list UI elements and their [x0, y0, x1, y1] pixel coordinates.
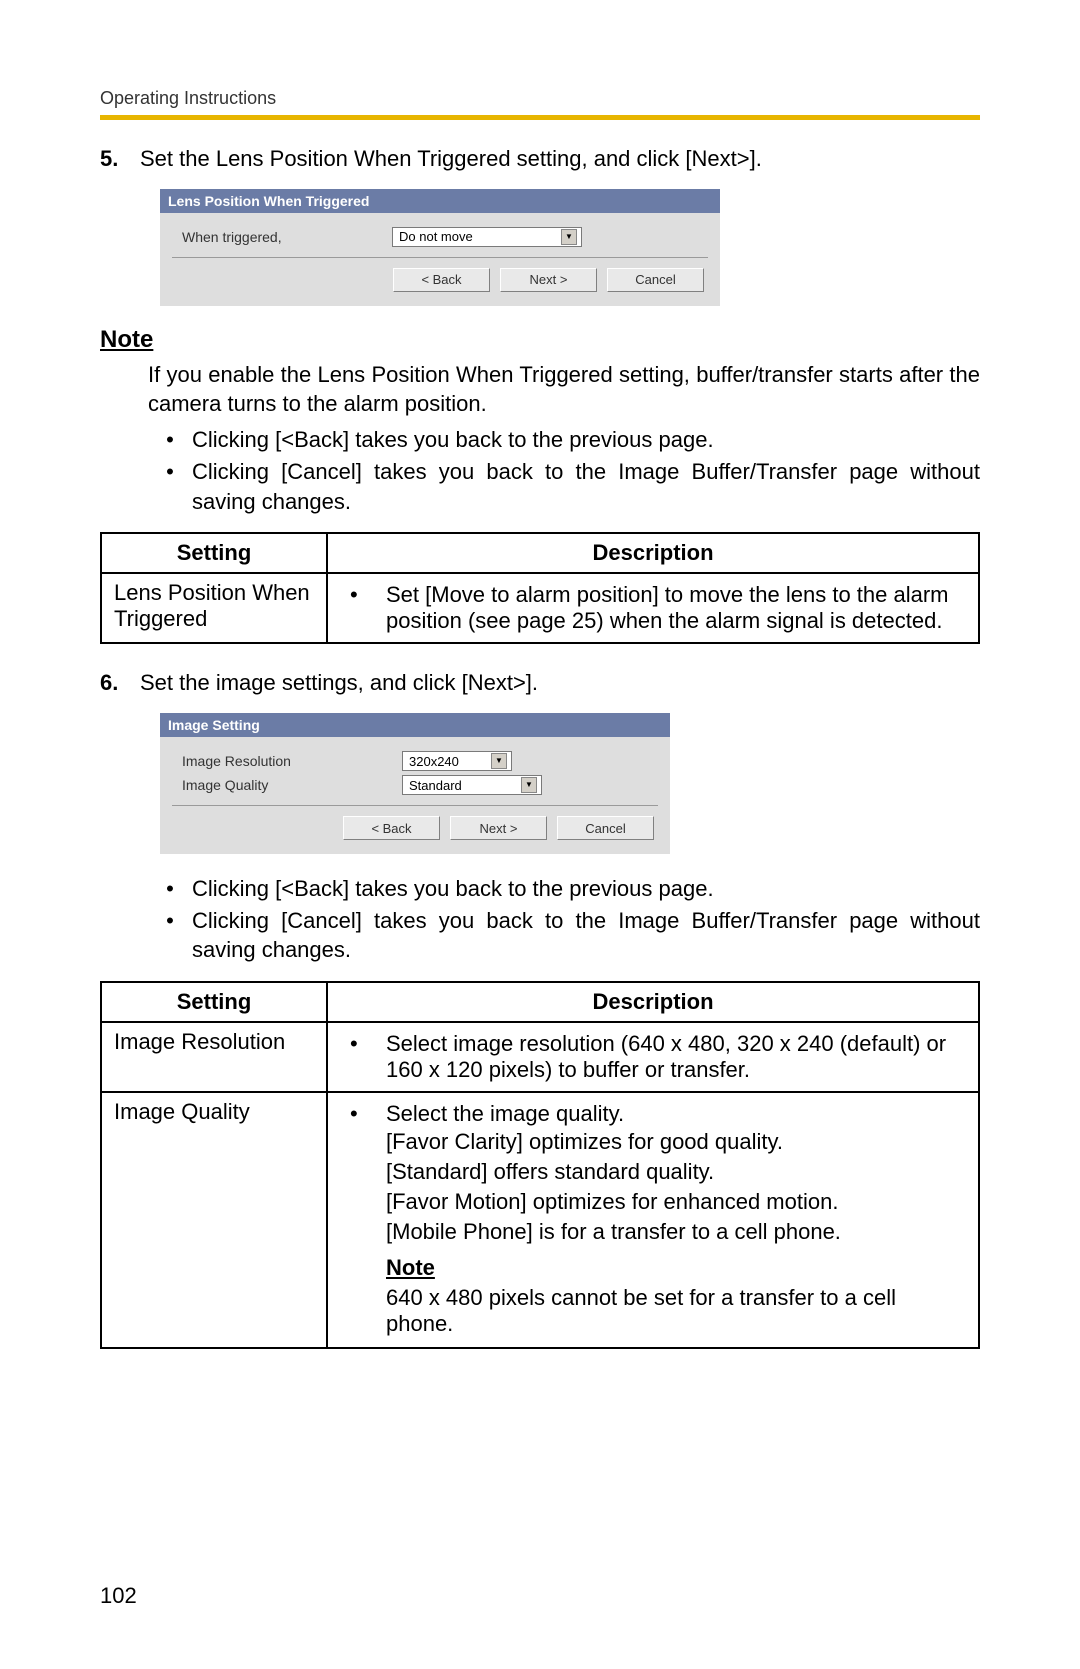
bullet-dot: •: [148, 425, 192, 455]
col-description: Description: [327, 982, 979, 1022]
table-row: Lens Position When Triggered • Set [Move…: [101, 573, 979, 643]
select-value: Standard: [409, 778, 462, 793]
cell-description: • Select the image quality. [Favor Clari…: [327, 1092, 979, 1348]
cell-setting: Image Resolution: [101, 1022, 327, 1092]
bullet-dot: •: [148, 457, 192, 516]
image-setting-dialog: Image Setting Image Resolution 320x240 ▼…: [160, 713, 670, 854]
cell-subtext: [Mobile Phone] is for a transfer to a ce…: [386, 1219, 966, 1245]
step-number: 5.: [100, 144, 140, 175]
cell-subtext: [Favor Motion] optimizes for enhanced mo…: [386, 1189, 966, 1215]
bullet-dot: •: [148, 874, 192, 904]
select-value: 320x240: [409, 754, 459, 769]
table-row: Image Quality • Select the image quality…: [101, 1092, 979, 1348]
page: Operating Instructions 5. Set the Lens P…: [0, 0, 1080, 1669]
bullet-item: • Clicking [Cancel] takes you back to th…: [148, 457, 980, 516]
step-text: Set the image settings, and click [Next>…: [140, 668, 980, 699]
cell-subtext: [Favor Clarity] optimizes for good quali…: [386, 1129, 966, 1155]
separator: [172, 257, 708, 258]
cell-text: Set [Move to alarm position] to move the…: [386, 582, 966, 634]
dialog-title: Image Setting: [160, 713, 670, 737]
button-bar: < Back Next > Cancel: [182, 816, 658, 840]
cancel-button[interactable]: Cancel: [607, 268, 704, 292]
header-rule: [100, 115, 980, 120]
image-setting-table: Setting Description Image Resolution • S…: [100, 981, 980, 1349]
back-button[interactable]: < Back: [393, 268, 490, 292]
button-bar: < Back Next > Cancel: [182, 268, 708, 292]
bullet-item: • Clicking [<Back] takes you back to the…: [148, 425, 980, 455]
step-5: 5. Set the Lens Position When Triggered …: [100, 144, 980, 175]
cell-setting: Image Quality: [101, 1092, 327, 1348]
cell-text: Select the image quality.: [386, 1101, 966, 1127]
select-value: Do not move: [399, 229, 473, 244]
step-6: 6. Set the image settings, and click [Ne…: [100, 668, 980, 699]
table-row: Image Resolution • Select image resoluti…: [101, 1022, 979, 1092]
cancel-button[interactable]: Cancel: [557, 816, 654, 840]
col-setting: Setting: [101, 533, 327, 573]
separator: [172, 805, 658, 806]
field-row: Image Quality Standard ▼: [182, 775, 658, 795]
dialog-title: Lens Position When Triggered: [160, 189, 720, 213]
bullet-item: • Clicking [<Back] takes you back to the…: [148, 874, 980, 904]
step-text: Set the Lens Position When Triggered set…: [140, 144, 980, 175]
bullet-text: Clicking [<Back] takes you back to the p…: [192, 425, 980, 455]
next-button[interactable]: Next >: [450, 816, 547, 840]
col-description: Description: [327, 533, 979, 573]
lens-position-table: Setting Description Lens Position When T…: [100, 532, 980, 644]
field-row: Image Resolution 320x240 ▼: [182, 751, 658, 771]
bullet-dot: •: [340, 1101, 386, 1127]
page-number: 102: [100, 1583, 137, 1609]
col-setting: Setting: [101, 982, 327, 1022]
note-heading: Note: [100, 326, 980, 354]
inner-note-heading: Note: [386, 1255, 966, 1281]
bullet-dot: •: [340, 582, 386, 634]
bullet-dot: •: [148, 906, 192, 965]
next-button[interactable]: Next >: [500, 268, 597, 292]
cell-text: Select image resolution (640 x 480, 320 …: [386, 1031, 966, 1083]
bullet-text: Clicking [Cancel] takes you back to the …: [192, 906, 980, 965]
table-header-row: Setting Description: [101, 533, 979, 573]
cell-description: • Set [Move to alarm position] to move t…: [327, 573, 979, 643]
back-button[interactable]: < Back: [343, 816, 440, 840]
table-header-row: Setting Description: [101, 982, 979, 1022]
cell-setting: Lens Position When Triggered: [101, 573, 327, 643]
when-triggered-select[interactable]: Do not move ▼: [392, 227, 582, 247]
note-bullets: • Clicking [<Back] takes you back to the…: [148, 425, 980, 516]
field-row: When triggered, Do not move ▼: [182, 227, 708, 247]
bullet-text: Clicking [<Back] takes you back to the p…: [192, 874, 980, 904]
dialog-body: Image Resolution 320x240 ▼ Image Quality…: [160, 737, 670, 854]
field-label: When triggered,: [182, 229, 392, 245]
dialog-body: When triggered, Do not move ▼ < Back Nex…: [160, 213, 720, 306]
chevron-down-icon: ▼: [561, 229, 577, 245]
bullet-dot: •: [340, 1031, 386, 1083]
chevron-down-icon: ▼: [521, 777, 537, 793]
field-label: Image Quality: [182, 777, 402, 793]
image-resolution-select[interactable]: 320x240 ▼: [402, 751, 512, 771]
bullet-item: • Clicking [Cancel] takes you back to th…: [148, 906, 980, 965]
bullet-text: Clicking [Cancel] takes you back to the …: [192, 457, 980, 516]
chevron-down-icon: ▼: [491, 753, 507, 769]
field-label: Image Resolution: [182, 753, 402, 769]
running-header: Operating Instructions: [100, 88, 980, 115]
note-paragraph: If you enable the Lens Position When Tri…: [148, 360, 980, 419]
inner-note-text: 640 x 480 pixels cannot be set for a tra…: [386, 1285, 966, 1337]
note-bullets: • Clicking [<Back] takes you back to the…: [148, 874, 980, 965]
lens-position-dialog: Lens Position When Triggered When trigge…: [160, 189, 720, 306]
cell-description: • Select image resolution (640 x 480, 32…: [327, 1022, 979, 1092]
image-quality-select[interactable]: Standard ▼: [402, 775, 542, 795]
step-number: 6.: [100, 668, 140, 699]
cell-subtext: [Standard] offers standard quality.: [386, 1159, 966, 1185]
